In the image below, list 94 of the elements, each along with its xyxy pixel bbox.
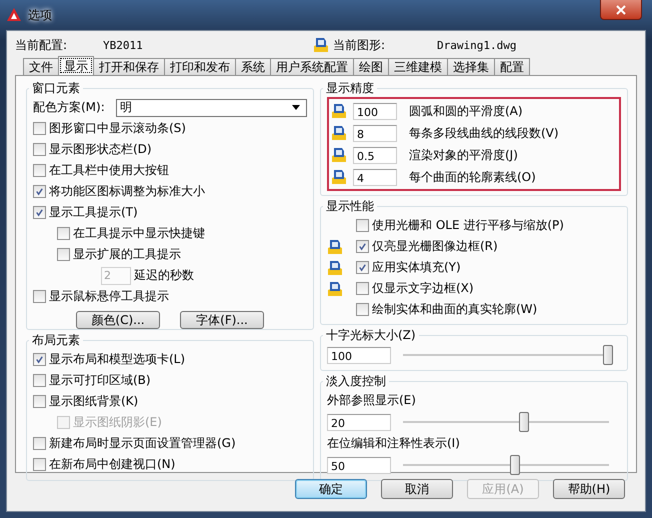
number-input[interactable]: 100	[327, 346, 391, 364]
number-input[interactable]: 100	[353, 102, 397, 120]
checkbox[interactable]	[356, 282, 369, 295]
checkbox-label: 使用光栅和 OLE 进行平移与缩放(P)	[372, 217, 564, 234]
slider-label: 外部参照显示(E)	[327, 392, 416, 409]
drawing-file-icon	[327, 260, 343, 276]
checkbox[interactable]	[57, 248, 70, 261]
number-input[interactable]: 4	[353, 168, 397, 186]
group-title: 显示精度	[325, 80, 375, 97]
dialog-button[interactable]: 字体(F)...	[180, 311, 264, 329]
slider-label: 在位编辑和注释性表示(I)	[327, 435, 460, 452]
slider-thumb[interactable]	[518, 412, 529, 432]
group-title: 淡入度控制	[325, 373, 387, 390]
window-title: 选项	[28, 6, 52, 24]
tab[interactable]: 系统	[235, 58, 271, 75]
close-icon	[616, 4, 626, 14]
dialog-button[interactable]: 颜色(C)...	[76, 311, 160, 329]
checkbox-label: 将功能区图标调整为标准大小	[49, 183, 205, 200]
checkbox-label: 在工具提示中显示快捷键	[73, 225, 205, 242]
drawing-file-icon	[331, 169, 347, 185]
profile-name: YB2011	[103, 38, 144, 52]
tab[interactable]: 显示	[58, 56, 94, 75]
checkbox-label: 显示布局和模型选项卡(L)	[49, 351, 186, 368]
setting-label: 每条多段线曲线的线段数(V)	[409, 124, 559, 142]
tab[interactable]: 绘图	[353, 58, 389, 75]
checkbox-label: 显示可打印区域(B)	[49, 372, 151, 389]
checkbox-label: 图形窗口中显示滚动条(S)	[49, 120, 186, 137]
checkbox[interactable]	[33, 185, 46, 198]
checkbox-label: 在新布局中创建视口(N)	[49, 456, 176, 473]
setting-label: 每个曲面的轮廓素线(O)	[409, 168, 536, 186]
drawing-file-icon	[331, 147, 347, 163]
checkbox-label: 新建布局时显示页面设置管理器(G)	[49, 435, 236, 452]
checkbox-label: 应用实体填充(Y)	[372, 259, 461, 276]
color-scheme-label: 配色方案(M):	[33, 99, 105, 116]
checkbox[interactable]	[33, 143, 46, 156]
checkbox-label: 显示扩展的工具提示	[73, 246, 181, 263]
group-title: 布局元素	[31, 332, 81, 349]
checkbox[interactable]	[356, 303, 369, 316]
number-input[interactable]: 0.5	[353, 146, 397, 164]
drawing-name: Drawing1.dwg	[437, 38, 516, 52]
dialog-button[interactable]: 帮助(H)	[553, 479, 625, 499]
group-title: 十字光标大小(Z)	[325, 327, 417, 344]
checkbox[interactable]	[356, 261, 369, 274]
caret-icon	[292, 105, 300, 110]
checkbox[interactable]	[33, 374, 46, 387]
checkbox[interactable]	[356, 240, 369, 253]
checkbox-label: 仅亮显光栅图像边框(R)	[372, 238, 498, 255]
checkbox-label: 在工具栏中使用大按钮	[49, 162, 169, 179]
checkbox[interactable]	[33, 206, 46, 219]
dialog-button[interactable]: 确定	[295, 479, 367, 499]
checkbox[interactable]	[57, 227, 70, 240]
checkbox[interactable]	[33, 395, 46, 408]
checkbox[interactable]	[33, 458, 46, 471]
checkbox-label: 仅显示文字边框(X)	[372, 280, 474, 297]
drawing-file-icon	[331, 103, 347, 119]
checkbox-label: 绘制实体和曲面的真实轮廓(W)	[372, 301, 538, 318]
slider-thumb[interactable]	[510, 455, 520, 475]
tab[interactable]: 三维建模	[388, 58, 448, 75]
tab[interactable]: 打印和发布	[164, 58, 236, 75]
checkbox-label: 显示图纸背景(K)	[49, 393, 138, 410]
checkbox-label: 显示图形状态栏(D)	[49, 141, 152, 158]
close-button[interactable]	[600, 0, 642, 20]
dialog-button[interactable]: 取消	[381, 479, 453, 499]
color-scheme-dropdown[interactable]: 明	[116, 98, 307, 116]
drawing-file-icon	[331, 125, 347, 141]
setting-label: 圆弧和圆的平滑度(A)	[409, 102, 523, 120]
profile-label: 当前配置:	[15, 36, 68, 54]
drawing-label: 当前图形:	[333, 36, 386, 54]
tab[interactable]: 用户系统配置	[270, 58, 354, 75]
checkbox[interactable]	[356, 219, 369, 232]
drawing-file-icon	[327, 280, 343, 296]
tab[interactable]: 选择集	[447, 58, 495, 75]
checkbox[interactable]	[33, 122, 46, 135]
group-title: 窗口元素	[31, 80, 81, 97]
checkbox[interactable]	[33, 164, 46, 177]
checkbox[interactable]	[33, 353, 46, 366]
delay-label: 延迟的秒数	[134, 267, 194, 284]
tab[interactable]: 打开和保存	[93, 58, 165, 75]
drawing-file-icon	[327, 238, 343, 254]
tab[interactable]: 配置	[494, 58, 530, 75]
checkbox[interactable]	[33, 437, 46, 450]
drawing-file-icon	[313, 37, 329, 53]
slider-thumb[interactable]	[603, 345, 613, 365]
checkbox[interactable]	[33, 290, 46, 303]
app-logo-icon	[6, 7, 22, 23]
checkbox-label: 显示图纸阴影(E)	[73, 414, 162, 431]
checkbox-label: 显示鼠标悬停工具提示	[49, 288, 169, 305]
setting-label: 渲染对象的平滑度(J)	[409, 146, 518, 164]
number-input[interactable]: 50	[327, 456, 391, 474]
tab[interactable]: 文件	[23, 58, 59, 75]
checkbox-label: 显示工具提示(T)	[49, 204, 138, 221]
number-input[interactable]: 20	[327, 414, 391, 430]
number-input[interactable]: 8	[353, 124, 397, 142]
group-title: 显示性能	[325, 198, 375, 215]
